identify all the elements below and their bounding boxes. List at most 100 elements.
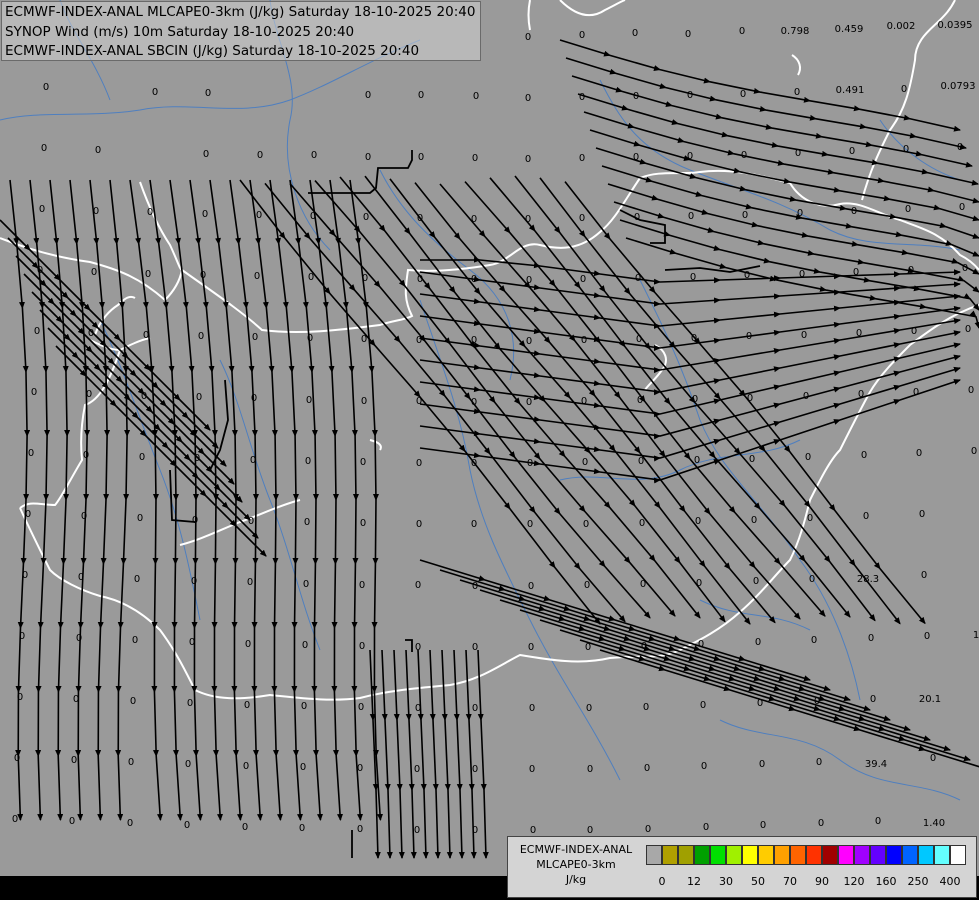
value-label: 0: [300, 762, 306, 773]
value-label: 0: [818, 818, 824, 829]
value-label: 0: [868, 633, 874, 644]
value-label: 0: [19, 631, 25, 642]
value-label: 0: [184, 820, 190, 831]
value-label: 0: [747, 393, 753, 404]
value-label: 0: [579, 92, 585, 103]
value-label: 0: [143, 330, 149, 341]
value-label: 0: [200, 270, 206, 281]
legend-swatch: [790, 845, 806, 865]
value-label: 0: [196, 392, 202, 403]
value-label: 0: [303, 579, 309, 590]
value-label: 0: [187, 698, 193, 709]
value-label: 0: [14, 753, 20, 764]
value-label: 0: [525, 214, 531, 225]
value-label: 0.798: [781, 26, 810, 37]
value-label: 0: [305, 456, 311, 467]
value-label: 0: [814, 696, 820, 707]
value-label: 0: [361, 396, 367, 407]
map-title-box: ECMWF-INDEX-ANAL MLCAPE0-3km (J/kg) Satu…: [1, 1, 481, 61]
value-label: 0: [185, 759, 191, 770]
legend-tick-label: 50: [751, 875, 765, 888]
value-label: 0: [414, 764, 420, 775]
value-label: 0: [583, 519, 589, 530]
value-label: 0: [965, 324, 971, 335]
value-label: 0: [527, 458, 533, 469]
value-label: 0: [416, 519, 422, 530]
value-label: 0: [687, 151, 693, 162]
legend-swatch: [870, 845, 886, 865]
value-label: 0: [130, 696, 136, 707]
value-label: 0: [248, 516, 254, 527]
value-label: 0: [152, 87, 158, 98]
value-label: 0: [472, 764, 478, 775]
value-label: 0: [358, 702, 364, 713]
value-label: 0: [83, 450, 89, 461]
legend-swatch: [806, 845, 822, 865]
value-label: 0: [307, 333, 313, 344]
value-label: 0: [687, 90, 693, 101]
value-label: 0: [141, 391, 147, 402]
value-label: 0: [797, 208, 803, 219]
value-label: 0: [740, 89, 746, 100]
value-label: 0: [582, 457, 588, 468]
value-label: 0: [28, 448, 34, 459]
value-label: 0: [299, 823, 305, 834]
value-label: 0: [256, 210, 262, 221]
value-label: 28.3: [857, 574, 879, 585]
map-background: [0, 0, 979, 900]
value-label: 0: [809, 574, 815, 585]
value-label: 0: [86, 389, 92, 400]
value-label: 0: [527, 519, 533, 530]
value-label: 0: [755, 637, 761, 648]
weather-map[interactable]: 0 0 0 0 0 0 0 0 0 0 0 0.798 0.459 0.002 0.0395 0.491 0.0…: [0, 0, 979, 900]
legend-tick-label: 250: [907, 875, 929, 888]
value-label: 0: [88, 328, 94, 339]
value-label: 0: [71, 755, 77, 766]
value-label: 0: [529, 764, 535, 775]
value-label: 0: [753, 576, 759, 587]
legend-swatch: [694, 845, 710, 865]
legend-tick-label: 30: [719, 875, 733, 888]
value-label: 0: [471, 214, 477, 225]
value-label: 0: [530, 825, 536, 836]
value-label: 0: [416, 335, 422, 346]
value-label: 0: [22, 570, 28, 581]
value-label: 0: [415, 703, 421, 714]
legend-swatch: [886, 845, 902, 865]
value-label: 0: [127, 818, 133, 829]
legend-swatch: [726, 845, 742, 865]
value-label: 0: [359, 641, 365, 652]
value-label: 0: [968, 385, 974, 396]
value-label: 0: [472, 153, 478, 164]
value-label: 0: [692, 394, 698, 405]
value-label: 0: [639, 518, 645, 529]
value-label: 0: [257, 150, 263, 161]
value-label: 0: [526, 336, 532, 347]
value-label: 0: [632, 28, 638, 39]
value-label: 0: [362, 273, 368, 284]
value-label: 20.1: [919, 694, 941, 705]
value-label: 0: [638, 456, 644, 467]
value-label: 0: [243, 761, 249, 772]
value-label: 0: [192, 515, 198, 526]
value-label: 0: [365, 152, 371, 163]
legend-tick-label: 120: [843, 875, 865, 888]
value-label: 0: [795, 148, 801, 159]
value-label: 0: [930, 753, 936, 764]
value-label: 0: [360, 457, 366, 468]
value-label: 0: [251, 393, 257, 404]
legend-swatch: [758, 845, 774, 865]
value-label: 0: [579, 30, 585, 41]
value-label: 0: [416, 458, 422, 469]
value-label: 0: [472, 581, 478, 592]
legend-swatch: [950, 845, 966, 865]
value-label: 0: [581, 335, 587, 346]
value-label: 0: [242, 822, 248, 833]
value-label: 0: [757, 698, 763, 709]
value-label: 0: [198, 331, 204, 342]
value-label: 0: [921, 570, 927, 581]
value-label: 1.40: [923, 818, 945, 829]
value-label: 0: [525, 93, 531, 104]
value-label: 0: [417, 213, 423, 224]
value-label: 0: [145, 269, 151, 280]
